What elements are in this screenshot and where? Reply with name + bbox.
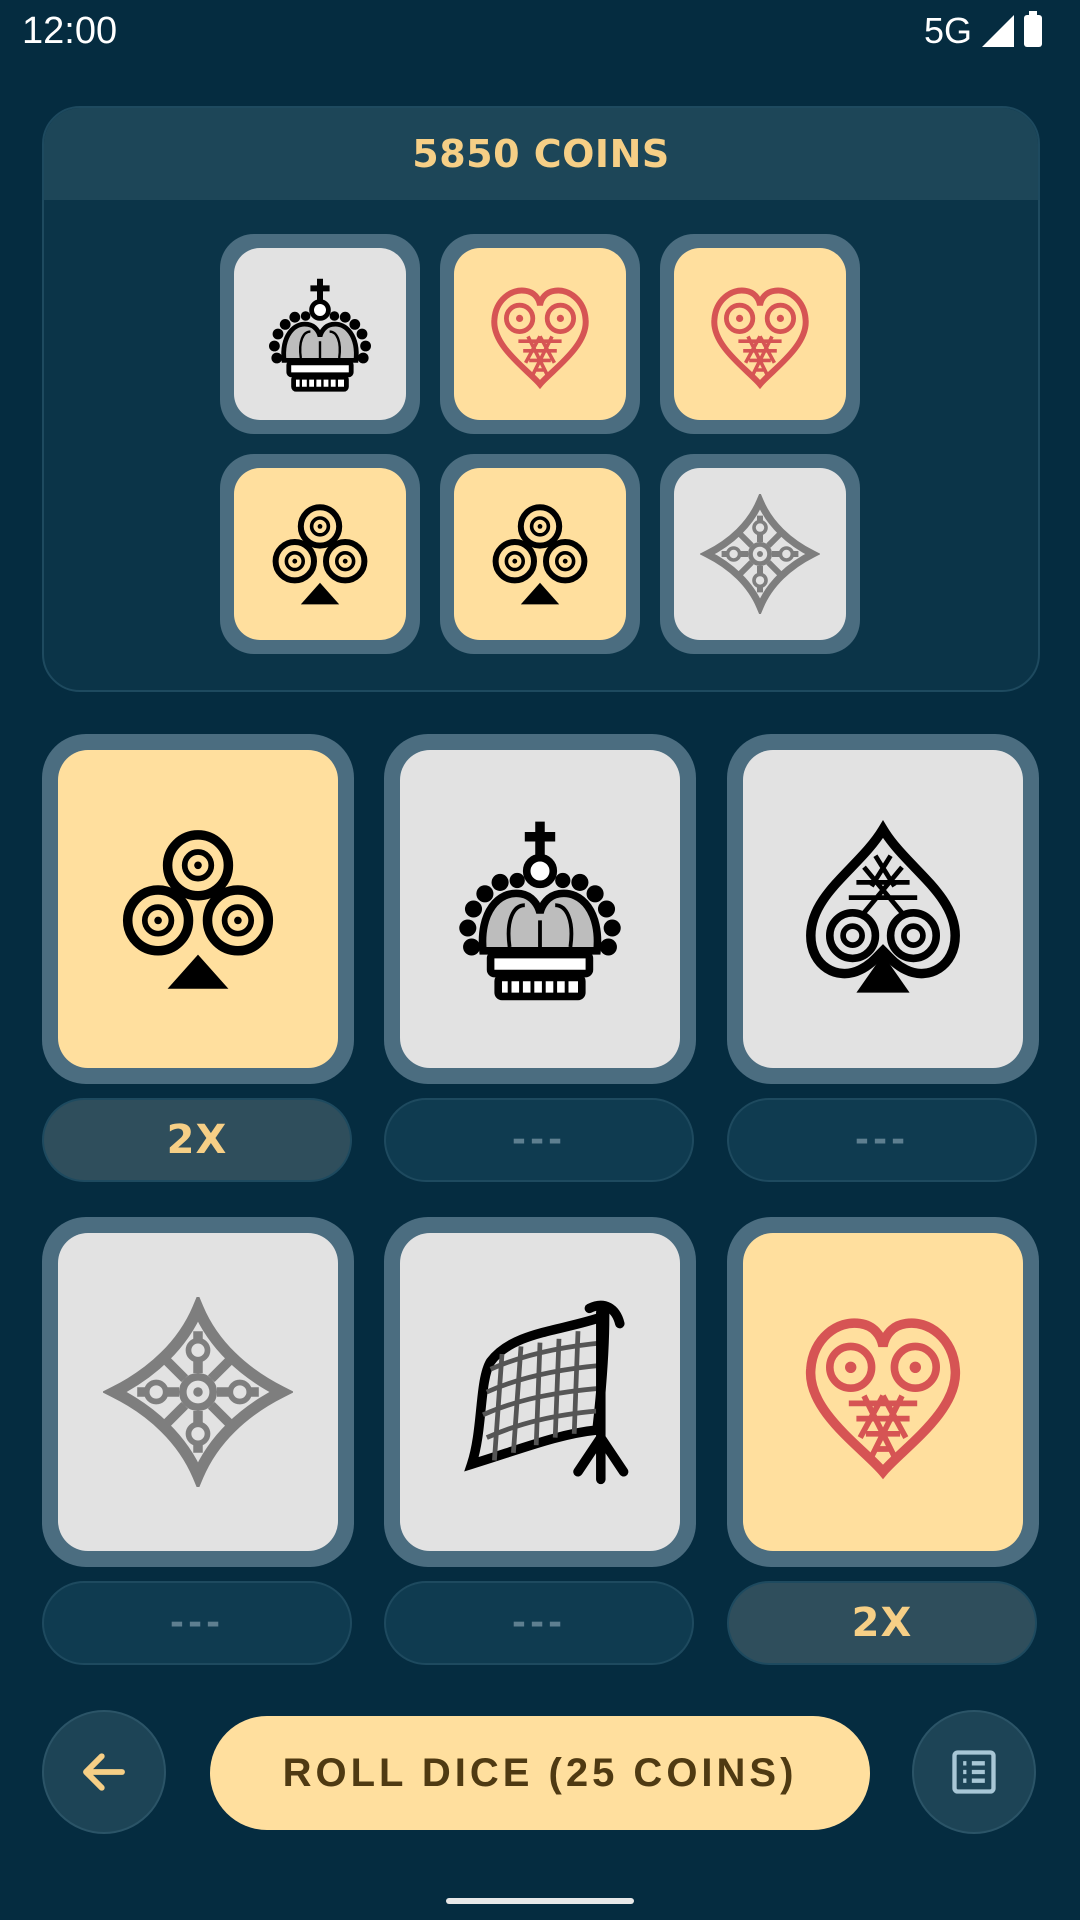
heart-icon <box>480 274 600 394</box>
diamond-icon <box>103 1297 293 1487</box>
network-label: 5G <box>923 10 972 51</box>
status-time: 12:00 <box>22 10 118 52</box>
signal-icon <box>982 15 1014 47</box>
diamond-icon <box>700 494 820 614</box>
rolled-die-3 <box>660 234 860 434</box>
rolled-die-1 <box>220 234 420 434</box>
multiplier-badge-5: --- <box>384 1581 694 1665</box>
multiplier-badge-3: --- <box>727 1098 1037 1182</box>
club-icon <box>480 494 600 614</box>
rolled-die-2 <box>440 234 640 434</box>
die-face <box>234 248 406 420</box>
die-2[interactable] <box>384 734 696 1084</box>
arrow-left-icon <box>83 1753 125 1791</box>
die-face <box>454 248 626 420</box>
die-6[interactable] <box>727 1217 1039 1567</box>
rolled-die-5 <box>440 454 640 654</box>
die-1[interactable] <box>42 734 354 1084</box>
multiplier-badge-2: --- <box>384 1098 694 1182</box>
club-icon <box>260 494 380 614</box>
roll-dice-button[interactable]: ROLL DICE (25 COINS) <box>210 1716 870 1830</box>
heart-icon <box>788 1297 978 1487</box>
die-5[interactable] <box>384 1217 696 1567</box>
die-face <box>674 248 846 420</box>
die-face <box>454 468 626 640</box>
crown-icon <box>260 274 380 394</box>
status-right: 5G <box>924 10 1042 52</box>
multiplier-badge-4: --- <box>42 1581 352 1665</box>
list-icon <box>952 1750 996 1794</box>
die-face <box>58 750 338 1068</box>
spade-icon <box>788 814 978 1004</box>
rolled-die-4 <box>220 454 420 654</box>
heart-icon <box>700 274 820 394</box>
die-face <box>400 1233 680 1551</box>
die-face <box>234 468 406 640</box>
coins-balance: 5850 COINS <box>44 108 1038 200</box>
score-list-button[interactable] <box>912 1710 1036 1834</box>
die-face <box>743 750 1023 1068</box>
anchor-net-icon <box>445 1297 635 1487</box>
multiplier-badge-6: 2X <box>727 1581 1037 1665</box>
rolled-die-6 <box>660 454 860 654</box>
die-4[interactable] <box>42 1217 354 1567</box>
die-face <box>58 1233 338 1551</box>
home-indicator[interactable] <box>446 1898 634 1904</box>
status-bar: 12:00 5G <box>0 0 1080 64</box>
die-face <box>743 1233 1023 1551</box>
battery-icon <box>1024 11 1042 47</box>
die-3[interactable] <box>727 734 1039 1084</box>
die-face <box>674 468 846 640</box>
multiplier-badge-1: 2X <box>42 1098 352 1182</box>
die-face <box>400 750 680 1068</box>
crown-icon <box>445 814 635 1004</box>
club-icon <box>103 814 293 1004</box>
back-button[interactable] <box>42 1710 166 1834</box>
